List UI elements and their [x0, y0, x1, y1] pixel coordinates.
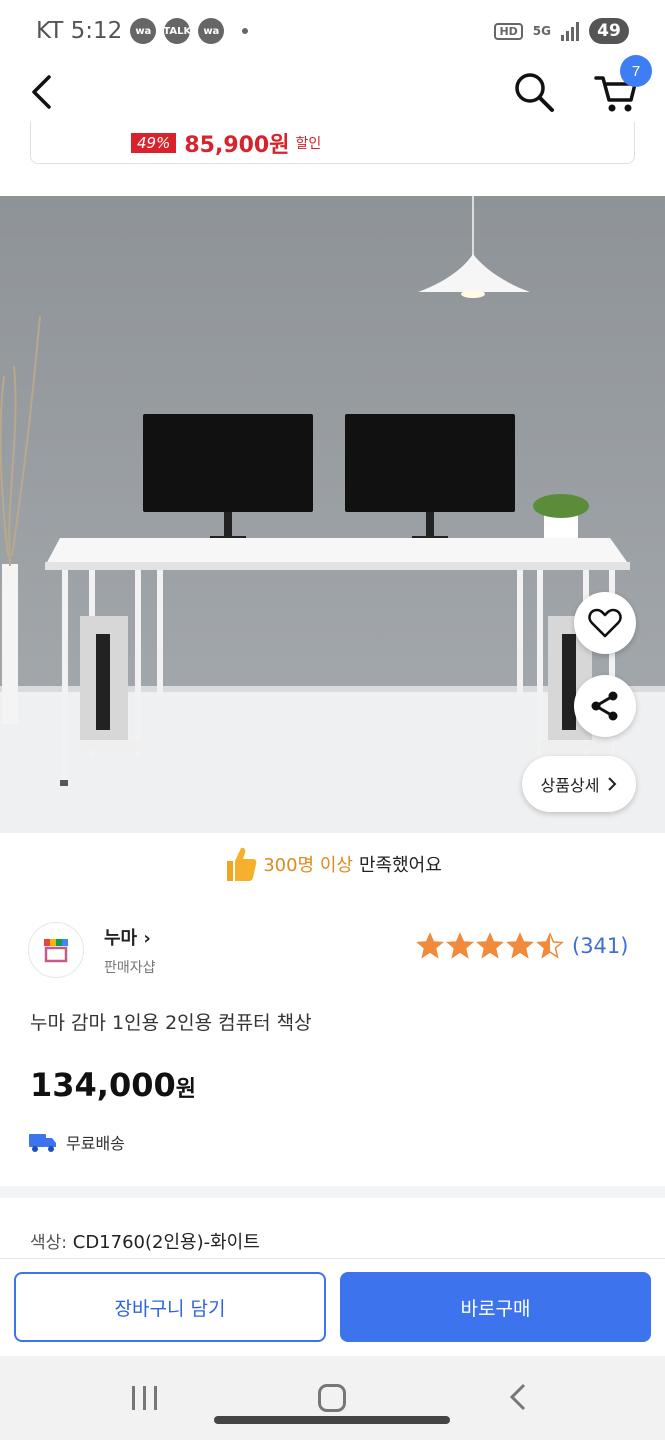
product-photo-illustration: [0, 196, 665, 833]
truck-icon: [29, 1134, 56, 1152]
chevron-right-icon: [608, 777, 617, 791]
buy-now-button[interactable]: 바로구매: [340, 1272, 651, 1342]
price-currency: 원: [175, 1077, 196, 1102]
star-icon: [446, 932, 474, 959]
satisfaction-text: 만족했어요: [358, 855, 442, 876]
wa-app-icon-2: wa: [198, 18, 225, 44]
action-bar: 장바구니 담기 바로구매: [0, 1258, 665, 1356]
back-button[interactable]: [22, 68, 62, 116]
network-type: 5G: [532, 24, 551, 38]
signal-icon: [561, 21, 579, 41]
chevron-right-icon: ›: [143, 928, 151, 949]
product-price: 134,000원: [30, 1066, 196, 1104]
star-icon: [416, 932, 444, 959]
search-icon: [515, 73, 554, 112]
recent-apps-icon: [132, 1386, 135, 1410]
hd-icon: HD: [494, 22, 523, 40]
seller-name-link[interactable]: 누마 ›: [104, 924, 151, 950]
option-value: CD1760(2인용)-화이트: [72, 1232, 260, 1253]
chevron-left-icon: [32, 75, 51, 109]
system-back-button[interactable]: [508, 1382, 528, 1416]
satisfaction-banner: 300명 이상 만족했어요: [0, 833, 665, 895]
star-icon: [476, 932, 504, 959]
review-count: (341): [572, 934, 629, 958]
status-right: HD 5G 49: [494, 18, 629, 44]
seller-logo[interactable]: [28, 922, 84, 978]
battery-level: 49: [589, 18, 629, 44]
talk-app-icon: TALK: [163, 18, 191, 44]
selected-option[interactable]: 색상: CD1760(2인용)-화이트: [30, 1228, 260, 1254]
section-divider: [0, 1186, 665, 1198]
wa-app-icon: wa: [130, 18, 157, 44]
discount-price: 85,900원: [184, 132, 290, 158]
notification-dot-icon: [242, 28, 249, 34]
recent-apps-button[interactable]: [132, 1386, 157, 1410]
home-indicator: [214, 1416, 450, 1424]
back-arrow-icon: [509, 1383, 526, 1411]
cart-count-badge: 7: [620, 55, 652, 87]
search-button[interactable]: [510, 68, 558, 116]
wishlist-button[interactable]: [574, 592, 636, 654]
discount-suffix: 할인: [295, 135, 322, 152]
shop-icon: [44, 939, 68, 963]
system-nav-bar: [0, 1356, 665, 1440]
price-value: 134,000: [30, 1066, 176, 1104]
discount-percent: 49%: [131, 132, 177, 153]
product-image[interactable]: [0, 196, 665, 833]
product-detail-label: 상품상세: [540, 776, 600, 795]
option-label: 색상:: [30, 1233, 68, 1253]
home-button[interactable]: [318, 1384, 346, 1412]
shipping-label: 무료배송: [66, 1134, 125, 1153]
satisfaction-count: 300명 이상: [263, 855, 353, 876]
top-nav: [0, 62, 665, 122]
seller-name: 누마: [104, 928, 138, 949]
product-detail-button[interactable]: 상품상세: [522, 756, 636, 812]
share-icon: [591, 691, 618, 721]
status-bar: KT 5:12 wa TALK wa HD 5G 49: [0, 0, 665, 62]
star-icon: [506, 932, 534, 959]
rating-summary[interactable]: (341): [416, 932, 628, 960]
product-title: 누마 감마 1인용 2인용 컴퓨터 책상: [30, 1012, 312, 1034]
status-left: KT 5:12 wa TALK wa: [36, 18, 249, 44]
add-to-cart-button[interactable]: 장바구니 담기: [14, 1272, 326, 1342]
star-icon: [536, 932, 564, 959]
star-rating: [416, 932, 564, 960]
thumbs-up-icon: [227, 847, 257, 881]
share-button[interactable]: [574, 675, 636, 737]
shipping-info: 무료배송: [28, 1130, 125, 1154]
seller-subtitle: 판매자샵: [104, 960, 156, 976]
carrier-time: KT 5:12: [36, 18, 123, 44]
heart-icon: [588, 608, 622, 638]
coupon-banner[interactable]: 49% 85,900원 할인: [30, 122, 635, 164]
